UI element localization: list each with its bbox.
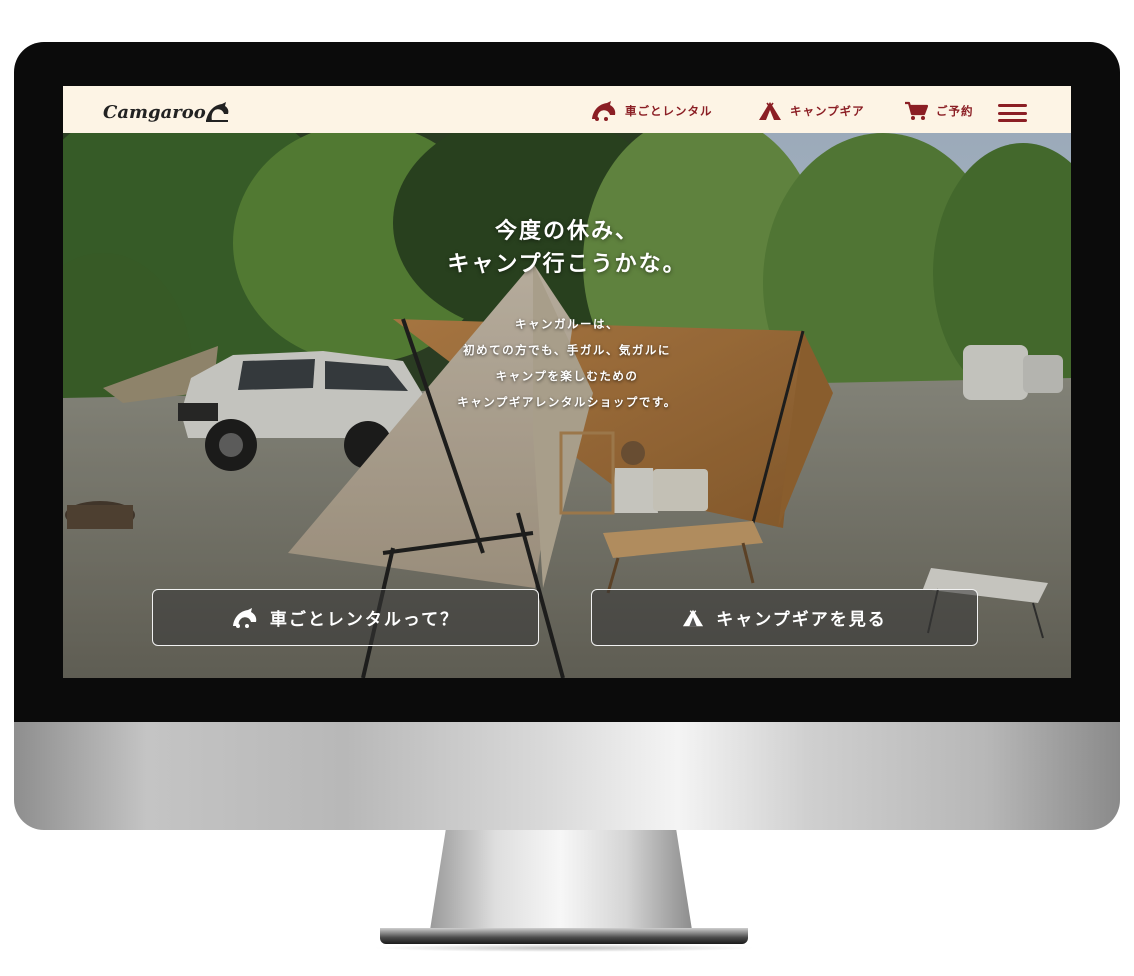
- monitor-stand: [430, 830, 692, 930]
- tent-icon: [683, 609, 704, 626]
- hero-lead-line-2: 初めての方でも、手ガル、気ガルに: [463, 343, 671, 357]
- kangaroo-car-icon: [592, 101, 616, 121]
- site-header: Camgaroo 車ごとレンタル キャンプギア ご予約: [63, 86, 1071, 133]
- stand-shadow: [372, 944, 756, 952]
- view-camp-gear-button[interactable]: キャンプギアを見る: [591, 589, 978, 646]
- car-rental-info-label: 車ごとレンタルって？: [269, 610, 460, 630]
- hero-lead-line-4: キャンプギアレンタルショップです。: [457, 395, 677, 409]
- hero-section: 今度の休み、 キャンプ行こうかな。 キャンガルーは、 初めての方でも、手ガル、気…: [63, 133, 1071, 678]
- tent-icon: [759, 102, 781, 120]
- hero-headline-line-1: 今度の休み、: [494, 219, 639, 244]
- hero-lead-line-1: キャンガルーは、: [515, 317, 619, 331]
- monitor-chin: [14, 722, 1120, 830]
- hamburger-menu-icon[interactable]: [998, 104, 1027, 122]
- monitor-stand-base: [380, 928, 748, 944]
- logo-wordmark: Camgaroo: [103, 101, 206, 123]
- hero-headline-line-2: キャンプ行こうかな。: [447, 252, 687, 277]
- nav-car-rental-label: 車ごとレンタル: [625, 104, 713, 118]
- nav-camp-gear-label: キャンプギア: [790, 104, 865, 118]
- nav-reservation-label: ご予約: [936, 104, 974, 118]
- site-logo[interactable]: Camgaroo: [103, 100, 230, 124]
- kangaroo-logo-icon: [205, 102, 229, 122]
- website-screen: Camgaroo 車ごとレンタル キャンプギア ご予約 今度の休み、 キャンプ行…: [63, 86, 1071, 678]
- car-rental-info-button[interactable]: 車ごとレンタルって？: [152, 589, 539, 646]
- hero-lead-line-3: キャンプを楽しむための: [495, 369, 639, 383]
- nav-car-rental[interactable]: 車ごとレンタル: [591, 101, 713, 121]
- nav-camp-gear[interactable]: キャンプギア: [758, 101, 865, 121]
- cart-icon: [905, 101, 928, 120]
- view-camp-gear-label: キャンプギアを見る: [716, 610, 887, 630]
- nav-reservation[interactable]: ご予約: [904, 101, 974, 121]
- kangaroo-car-icon: [232, 607, 257, 628]
